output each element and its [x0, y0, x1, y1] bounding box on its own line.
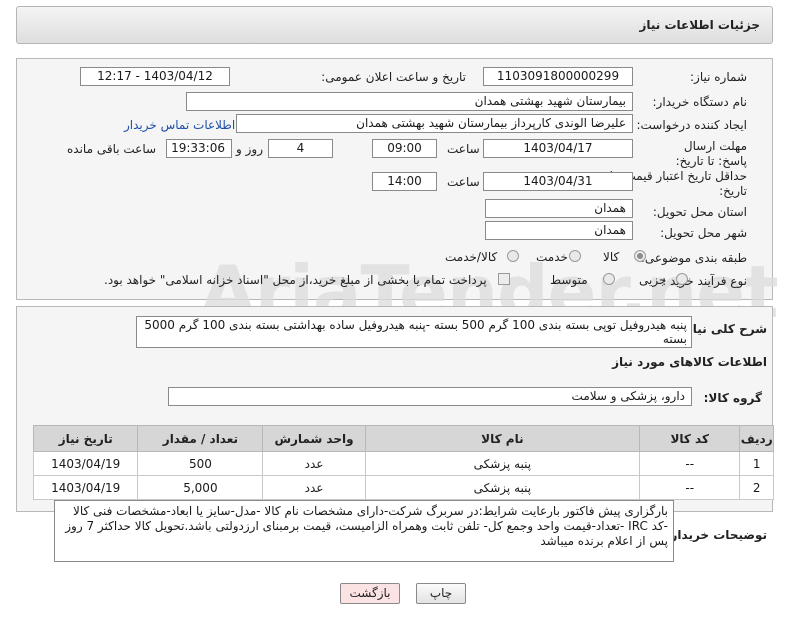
purchase-option-minor: جزیی — [639, 273, 667, 287]
category-label: طبقه بندی موضوعی: — [640, 251, 747, 265]
table-header-row: ردیف کد کالا نام کالا واحد شمارش تعداد /… — [32, 425, 774, 452]
purchase-option-medium: متوسط — [550, 273, 588, 287]
category-radio-service[interactable] — [569, 250, 581, 262]
page-header: جزئیات اطلاعات نیاز — [16, 6, 773, 44]
city-label: شهر محل تحویل: — [660, 226, 747, 240]
cell-row-number: 2 — [739, 475, 774, 500]
cell-code: -- — [639, 451, 741, 476]
cell-date: 1403/04/19 — [32, 451, 139, 476]
purchase-radio-minor[interactable] — [676, 273, 688, 285]
col-header-unit: واحد شمارش — [262, 425, 366, 452]
table-row: 1 -- پنبه پزشکی عدد 500 1403/04/19 — [32, 451, 774, 476]
col-header-date: تاریخ نیاز — [32, 425, 139, 452]
days-label: روز و — [236, 142, 263, 156]
remaining-time-field: 19:33:06 — [166, 139, 232, 158]
col-header-name: نام کالا — [364, 425, 641, 452]
cell-name: پنبه پزشکی — [364, 451, 641, 476]
cell-unit: عدد — [262, 475, 366, 500]
city-field: همدان — [485, 221, 633, 240]
cell-unit: عدد — [262, 451, 366, 476]
category-radio-both[interactable] — [507, 250, 519, 262]
deadline-label: مهلت ارسال پاسخ: تا تاریخ: — [675, 139, 747, 168]
treasury-checkbox[interactable] — [498, 273, 510, 285]
creator-label: ایجاد کننده درخواست: — [636, 118, 747, 132]
summary-label: شرح کلی نیاز: — [681, 322, 767, 336]
cell-row-number: 1 — [739, 451, 774, 476]
goods-group-field: دارو، پزشکی و سلامت — [168, 387, 692, 406]
col-header-code: کد کالا — [639, 425, 741, 452]
validity-date-field: 1403/04/31 — [483, 172, 633, 191]
days-field: 4 — [268, 139, 333, 158]
buyer-org-label: نام دستگاه خریدار: — [652, 95, 748, 109]
deadline-date-field: 1403/04/17 — [483, 139, 633, 158]
back-button[interactable]: بازگشت — [340, 583, 400, 604]
category-radio-goods[interactable] — [634, 250, 646, 262]
col-header-qty: تعداد / مقدار — [137, 425, 264, 452]
buyer-org-field: بیمارستان شهید بهشتی همدان — [186, 92, 633, 111]
buyer-notes-textarea: بارگزاری پیش فاکتور بارعایت شرایط:در سرب… — [54, 500, 674, 562]
purchase-radio-medium[interactable] — [603, 273, 615, 285]
summary-textarea: پنبه هیدروفیل توپی بسته بندی 100 گرم 500… — [136, 316, 692, 348]
announce-field: 1403/04/12 - 12:17 — [80, 67, 230, 86]
validity-time-label: ساعت — [447, 175, 480, 189]
category-option-goods: کالا — [603, 250, 620, 264]
payment-note: پرداخت تمام یا بخشی از مبلغ خرید،از محل … — [104, 273, 487, 287]
creator-field: علیرضا الوندی کارپرداز بیمارستان شهید به… — [236, 114, 633, 133]
cell-qty: 500 — [137, 451, 264, 476]
goods-table: ردیف کد کالا نام کالا واحد شمارش تعداد /… — [32, 425, 774, 500]
cell-name: پنبه پزشکی — [364, 475, 641, 500]
category-option-both: کالا/خدمت — [445, 250, 498, 264]
cell-qty: 5,000 — [137, 475, 264, 500]
goods-section-title: اطلاعات کالاهای مورد نیاز — [612, 355, 767, 369]
print-button[interactable]: چاپ — [416, 583, 466, 604]
cell-date: 1403/04/19 — [32, 475, 139, 500]
category-option-service: خدمت — [536, 250, 568, 264]
col-header-row: ردیف — [739, 425, 774, 452]
need-number-field: 1103091800000299 — [483, 67, 633, 86]
contact-buyer-link[interactable]: اطلاعات تماس خریدار — [124, 118, 235, 132]
need-number-label: شماره نیاز: — [690, 70, 747, 84]
table-row: 2 -- پنبه پزشکی عدد 5,000 1403/04/19 — [32, 475, 774, 500]
announce-label: تاریخ و ساعت اعلان عمومی: — [321, 70, 466, 84]
goods-group-label: گروه کالا: — [703, 391, 762, 405]
province-label: استان محل تحویل: — [652, 205, 747, 219]
buyer-notes-label: توضیحات خریدار: — [665, 528, 767, 542]
deadline-time-field: 09:00 — [372, 139, 437, 158]
validity-time-field: 14:00 — [372, 172, 437, 191]
province-field: همدان — [485, 199, 633, 218]
remaining-label: ساعت باقی مانده — [67, 142, 157, 156]
purchase-label: نوع فرآیند خرید : — [662, 274, 747, 288]
cell-code: -- — [639, 475, 741, 500]
page-title: جزئیات اطلاعات نیاز — [639, 18, 760, 32]
deadline-time-label: ساعت — [447, 142, 480, 156]
